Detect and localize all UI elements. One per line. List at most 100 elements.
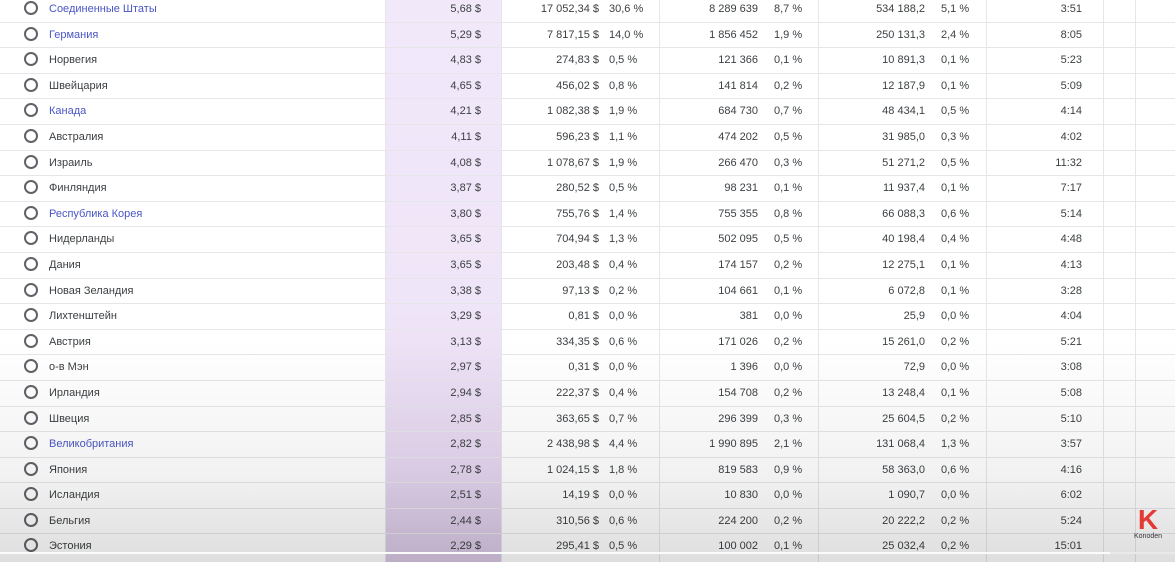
table-row[interactable]: Бельгия 2,44 $ 310,56 $ 0,6 % 224 200 0,2 % 20… (0, 509, 1175, 535)
table-row[interactable]: Нидерланды 3,65 $ 704,94 $ 1,3 % 502 095 0,5 … (0, 227, 1175, 253)
views-cell: 296 399 (718, 412, 758, 425)
country-name: Эстония (49, 540, 92, 553)
row-select-radio[interactable] (24, 461, 38, 476)
table-row[interactable]: Норвегия 4,83 $ 274,83 $ 0,5 % 121 366 0,1 % 1… (0, 48, 1175, 74)
row-select-radio[interactable] (24, 103, 38, 118)
views-percent-cell: 8,7 % (774, 3, 803, 15)
rpm-cell: 3,65 $ (450, 233, 481, 246)
row-select-radio[interactable] (24, 180, 38, 195)
row-select-radio[interactable] (24, 487, 38, 502)
views-cell: 1 396 (730, 361, 758, 374)
table-row[interactable]: Лихтенштейн 3,29 $ 0,81 $ 0,0 % 381 0,0 % 25,9… (0, 304, 1175, 330)
watch-hours-percent-cell: 0,2 % (941, 412, 970, 425)
table-row[interactable]: Новая Зеландия 3,38 $ 97,13 $ 0,2 % 104 661 0… (0, 279, 1175, 305)
table-row[interactable]: Дания 3,65 $ 203,48 $ 0,4 % 174 157 0,2 % 12 2… (0, 253, 1175, 279)
revenue-percent-cell: 1,9 % (609, 156, 638, 169)
watch-hours-percent-cell: 0,5 % (941, 105, 970, 118)
row-select-radio[interactable] (24, 436, 38, 451)
watch-hours-percent-cell: 0,0 % (941, 361, 970, 374)
table-row[interactable]: Эстония 2,29 $ 295,41 $ 0,5 % 100 002 0,1 % 25… (0, 534, 1175, 560)
table-row[interactable]: Республика Корея 3,80 $ 755,76 $ 1,4 % 755 3… (0, 202, 1175, 228)
revenue-percent-cell: 0,5 % (609, 182, 638, 195)
table-row[interactable]: Канада 4,21 $ 1 082,38 $ 1,9 % 684 730 0,7 % 4… (0, 99, 1175, 125)
row-select-radio[interactable] (24, 52, 38, 67)
country-link[interactable]: Канада (49, 105, 86, 117)
watch-hours-cell: 31 985,0 (882, 130, 925, 143)
table-row[interactable]: Швейцария 4,65 $ 456,02 $ 0,8 % 141 814 0,2 %… (0, 74, 1175, 100)
table-row[interactable]: Япония 2,78 $ 1 024,15 $ 1,8 % 819 583 0,9 % 5… (0, 458, 1175, 484)
revenue-cell: 14,19 $ (562, 489, 599, 502)
views-cell: 819 583 (718, 463, 758, 476)
views-cell: 502 095 (718, 233, 758, 246)
watch-hours-cell: 51 271,2 (882, 156, 925, 169)
rpm-cell: 3,80 $ (450, 207, 481, 220)
watch-hours-cell: 48 434,1 (882, 105, 925, 118)
rpm-cell: 3,38 $ (450, 284, 481, 297)
row-select-radio[interactable] (24, 359, 38, 374)
row-select-radio[interactable] (24, 410, 38, 425)
avg-duration-cell: 5:10 (1060, 412, 1082, 425)
row-select-radio[interactable] (24, 128, 38, 143)
row-select-radio[interactable] (24, 308, 38, 323)
country-link[interactable]: Республика Корея (49, 208, 142, 220)
row-select-radio[interactable] (24, 1, 38, 15)
watch-hours-percent-cell: 1,3 % (941, 438, 970, 451)
avg-duration-cell: 3:51 (1060, 3, 1082, 15)
avg-duration-cell: 4:02 (1060, 130, 1082, 143)
row-select-radio[interactable] (24, 333, 38, 348)
row-select-radio[interactable] (24, 231, 38, 246)
revenue-cell: 222,37 $ (556, 386, 599, 399)
country-link[interactable]: Великобритания (49, 438, 133, 450)
table-row[interactable]: Австрия 3,13 $ 334,35 $ 0,6 % 171 026 0,2 % 15… (0, 330, 1175, 356)
table-row[interactable]: Швеция 2,85 $ 363,65 $ 0,7 % 296 399 0,3 % 25 … (0, 407, 1175, 433)
revenue-cell: 596,23 $ (556, 130, 599, 143)
row-select-radio[interactable] (24, 26, 38, 41)
views-percent-cell: 0,1 % (774, 54, 803, 67)
views-cell: 381 (739, 310, 758, 323)
views-cell: 171 026 (718, 335, 758, 348)
views-percent-cell: 0,2 % (774, 335, 803, 348)
row-select-radio[interactable] (24, 205, 38, 220)
watch-hours-cell: 20 222,2 (882, 514, 925, 527)
scrollbar-thumb[interactable] (0, 552, 1110, 554)
table-row[interactable]: Соединенные Штаты 5,68 $ 17 052,34 $ 30,6 %… (0, 0, 1175, 23)
views-cell: 154 708 (718, 386, 758, 399)
rpm-cell: 2,85 $ (450, 412, 481, 425)
country-name: Австрия (49, 335, 91, 348)
avg-duration-cell: 5:09 (1060, 79, 1082, 92)
row-select-radio[interactable] (24, 538, 38, 553)
table-row[interactable]: Исландия 2,51 $ 14,19 $ 0,0 % 10 830 0,0 % 1 0… (0, 483, 1175, 509)
views-percent-cell: 0,9 % (774, 463, 803, 476)
revenue-cell: 274,83 $ (556, 54, 599, 67)
views-percent-cell: 0,1 % (774, 182, 803, 195)
row-select-radio[interactable] (24, 512, 38, 527)
views-percent-cell: 0,7 % (774, 105, 803, 118)
table-row[interactable]: Ирландия 2,94 $ 222,37 $ 0,4 % 154 708 0,2 % 1… (0, 381, 1175, 407)
revenue-percent-cell: 0,0 % (609, 361, 638, 374)
watch-hours-percent-cell: 0,1 % (941, 54, 970, 67)
views-cell: 100 002 (718, 540, 758, 553)
watch-hours-cell: 131 068,4 (876, 438, 925, 451)
table-row[interactable]: Германия 5,29 $ 7 817,15 $ 14,0 % 1 856 452 1… (0, 23, 1175, 49)
revenue-percent-cell: 1,1 % (609, 130, 638, 143)
row-select-radio[interactable] (24, 77, 38, 92)
country-link[interactable]: Германия (49, 29, 98, 41)
table-row[interactable]: Финляндия 3,87 $ 280,52 $ 0,5 % 98 231 0,1 % 1… (0, 176, 1175, 202)
table-row[interactable]: Израиль 4,08 $ 1 078,67 $ 1,9 % 266 470 0,3 %… (0, 151, 1175, 177)
views-cell: 141 814 (718, 79, 758, 92)
table-row[interactable]: Австралия 4,11 $ 596,23 $ 1,1 % 474 202 0,5 %… (0, 125, 1175, 151)
row-select-radio[interactable] (24, 256, 38, 271)
table-row[interactable]: о-в Мэн 2,97 $ 0,31 $ 0,0 % 1 396 0,0 % 72,9 0,… (0, 355, 1175, 381)
watch-hours-percent-cell: 0,0 % (941, 489, 970, 502)
rpm-cell: 2,97 $ (450, 361, 481, 374)
avg-duration-cell: 3:08 (1060, 361, 1082, 374)
table-row[interactable]: Великобритания 2,82 $ 2 438,98 $ 4,4 % 1 990… (0, 432, 1175, 458)
revenue-cell: 363,65 $ (556, 412, 599, 425)
rpm-cell: 2,44 $ (450, 514, 481, 527)
rpm-cell: 2,94 $ (450, 386, 481, 399)
revenue-cell: 1 024,15 $ (547, 463, 599, 476)
row-select-radio[interactable] (24, 384, 38, 399)
row-select-radio[interactable] (24, 282, 38, 297)
row-select-radio[interactable] (24, 154, 38, 169)
country-link[interactable]: Соединенные Штаты (49, 3, 157, 15)
